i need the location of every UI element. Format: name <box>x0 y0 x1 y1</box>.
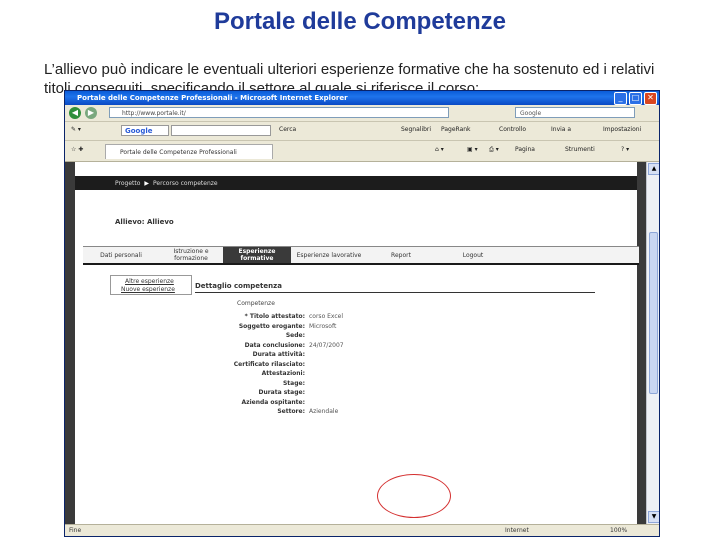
portal-menu: Dati personali Istruzione e formazione E… <box>83 246 639 265</box>
detail-field-row: Sede: <box>155 332 475 341</box>
browser-window: Portale delle Competenze Professionali -… <box>64 90 660 537</box>
side-menu: Altre esperienze Nuove esperienze <box>110 275 192 295</box>
field-label: * Titolo attestato: <box>244 313 305 320</box>
side-link-nuove[interactable]: Nuove esperienze <box>121 286 175 293</box>
detail-field-row: Certificato rilasciato: <box>155 361 475 370</box>
address-bar: ◀ ▶ http://www.portale.it/ Google <box>65 105 659 122</box>
menu-istruzione[interactable]: Istruzione e formazione <box>159 247 223 263</box>
section-label: Competenze <box>237 300 275 307</box>
scroll-thumb[interactable] <box>649 232 658 394</box>
field-value: 24/07/2007 <box>309 341 344 349</box>
back-icon[interactable]: ◀ <box>69 107 81 119</box>
status-zoom[interactable]: 100% <box>610 527 627 534</box>
menu-dati-personali[interactable]: Dati personali <box>83 247 159 263</box>
toolbar-controllo[interactable]: Controllo <box>499 126 526 133</box>
detail-field-row: Durata attività: <box>155 351 475 360</box>
field-label: Durata stage: <box>258 389 305 396</box>
detail-field-row: Settore: Aziendale <box>155 408 475 417</box>
maximize-button[interactable]: □ <box>629 92 642 105</box>
field-label: Attestazioni: <box>261 370 305 377</box>
detail-title: Dettaglio competenza <box>195 282 282 290</box>
detail-field-row: Data conclusione: 24/07/2007 <box>155 342 475 351</box>
menu-esperienze-lavorative[interactable]: Esperienze lavorative <box>291 247 367 263</box>
field-label: Certificato rilasciato: <box>233 360 305 368</box>
menu-report[interactable]: Report <box>367 247 435 263</box>
detail-field-row: Attestazioni: <box>155 370 475 379</box>
slide-title: Portale delle Competenze <box>213 8 507 35</box>
toolbar-invia[interactable]: Invia a <box>551 126 571 133</box>
scroll-down-icon[interactable]: ▼ <box>648 511 659 523</box>
field-label: Stage: <box>282 379 305 387</box>
rss-icon[interactable]: ▣ ▾ <box>467 146 478 153</box>
page-viewport: Progetto ▶ Percorso competenze Allievo: Al… <box>65 162 647 524</box>
field-value: corso Excel <box>309 313 344 320</box>
toolbar-cerca[interactable]: Cerca <box>279 126 296 133</box>
address-input[interactable]: http://www.portale.it/ <box>109 107 449 118</box>
breadcrumb-arrow-icon: ▶ <box>144 180 150 187</box>
detail-field-row: Durata stage: <box>155 389 475 398</box>
tab-portale[interactable]: Portale delle Competenze Professionali <box>105 144 273 159</box>
google-search-input[interactable] <box>171 125 271 136</box>
tab-tool-pagina[interactable]: Pagina <box>515 146 535 153</box>
field-label: Settore: <box>277 408 305 415</box>
breadcrumb-project[interactable]: Progetto <box>115 180 140 187</box>
toolbar-impostazioni[interactable]: Impostazioni <box>603 126 641 133</box>
detail-field-row: Soggetto erogante: Microsoft <box>155 323 475 332</box>
status-text: Fine <box>69 527 82 534</box>
close-button[interactable]: ✕ <box>644 92 657 105</box>
field-value: Microsoft <box>309 322 337 330</box>
home-icon[interactable]: ⌂ ▾ <box>435 146 444 153</box>
menu-esperienze-formative[interactable]: Esperienze formative <box>223 247 291 263</box>
google-label: Google <box>121 125 169 136</box>
print-icon[interactable]: ⎙ ▾ <box>489 146 499 154</box>
google-toolbar: ✎ ▾ Google Cerca Segnalibri PageRank Con… <box>65 122 659 141</box>
field-value: Aziendale <box>309 408 339 415</box>
status-zone: Internet <box>505 527 529 534</box>
portal-page: Progetto ▶ Percorso competenze Allievo: Al… <box>75 162 639 524</box>
window-title: Portale delle Competenze Professionali -… <box>77 94 348 102</box>
detail-divider <box>195 292 595 293</box>
detail-field-row: Azienda ospitante: <box>155 399 475 408</box>
scroll-up-icon[interactable]: ▲ <box>648 163 659 175</box>
field-label: Azienda ospitante: <box>241 398 305 406</box>
status-bar: Fine Internet 100% <box>65 524 659 536</box>
field-label: Data conclusione: <box>244 341 305 349</box>
browser-titlebar: Portale delle Competenze Professionali -… <box>65 91 659 105</box>
highlight-circle <box>377 474 451 518</box>
breadcrumb: Progetto ▶ Percorso competenze <box>75 176 637 190</box>
student-name: Allievo: Allievo <box>115 218 174 226</box>
breadcrumb-path[interactable]: Percorso competenze <box>153 180 218 187</box>
detail-field-row: * Titolo attestato: corso Excel <box>155 313 475 322</box>
toolbar-pagerank[interactable]: PageRank <box>441 126 471 133</box>
menu-logout[interactable]: Logout <box>435 247 511 263</box>
side-link-altre[interactable]: Altre esperienze <box>125 278 174 285</box>
detail-field-row: Stage: <box>155 380 475 389</box>
tab-bar: ☆ ✚ Portale delle Competenze Professiona… <box>65 141 659 162</box>
forward-icon[interactable]: ▶ <box>85 107 97 119</box>
minimize-button[interactable]: _ <box>614 92 627 105</box>
toolbar-icon[interactable]: ✎ ▾ <box>71 126 81 133</box>
scrollbar[interactable]: ▲ ▼ <box>646 162 659 524</box>
field-label: Sede: <box>285 332 305 339</box>
search-input[interactable]: Google <box>515 107 635 118</box>
favorites-star-icon[interactable]: ☆ ✚ <box>71 146 83 153</box>
toolbar-segnalibri[interactable]: Segnalibri <box>401 126 431 133</box>
field-label: Durata attività: <box>252 351 305 358</box>
field-label: Soggetto erogante: <box>238 322 305 330</box>
help-icon[interactable]: ? ▾ <box>621 146 629 153</box>
tab-tool-strumenti[interactable]: Strumenti <box>565 146 595 153</box>
